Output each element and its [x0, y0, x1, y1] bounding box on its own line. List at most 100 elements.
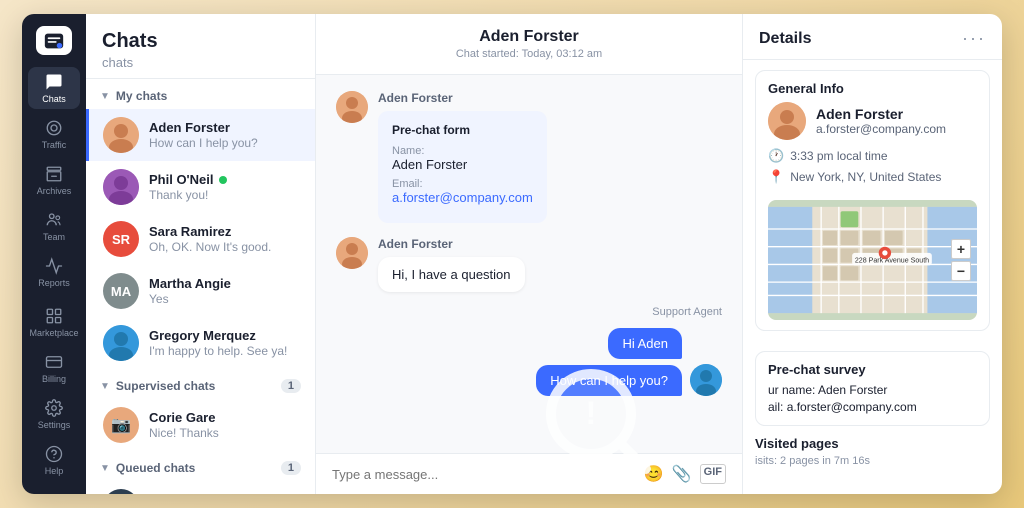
nav-item-billing[interactable]: Billing [28, 348, 80, 390]
nav-item-archives[interactable]: Archives [28, 159, 80, 201]
chat-preview-sara: Oh, OK. Now It's good. [149, 240, 301, 254]
message-row-3: Support Agent Hi Aden How can I help you… [336, 306, 722, 396]
details-title: Details [759, 30, 811, 48]
chat-name-corie: Corie Gare [149, 410, 301, 425]
nav-item-help[interactable]: Help [28, 440, 80, 482]
nav-item-chats[interactable]: Chats [28, 67, 80, 109]
chat-input[interactable] [332, 467, 634, 482]
prechat-survey-card: Pre-chat survey ur name: Aden Forster ai… [755, 351, 990, 426]
chat-preview-gregory: I'm happy to help. See ya! [149, 344, 301, 358]
sidebar-title: Chats [102, 30, 299, 53]
location-text: New York, NY, United States [790, 170, 941, 184]
chat-item-corie[interactable]: 📷 Corie Gare Nice! Thanks [86, 399, 315, 451]
field-value-email: a.forster@company.com [392, 190, 533, 205]
general-info-body: Aden Forster a.forster@company.com 🕐 3:3… [756, 102, 989, 200]
chat-info-sara: Sara Ramirez Oh, OK. Now It's good. [149, 224, 301, 254]
prechat-email-value: a.forster@company.com [787, 400, 917, 414]
avatar: SR [103, 221, 139, 257]
agent-avatar [690, 364, 722, 396]
message-row-1: Aden Forster Pre-chat form Name: Aden Fo… [336, 91, 722, 223]
nav-chats-label: Chats [42, 94, 66, 104]
chat-item-sara[interactable]: SR Sara Ramirez Oh, OK. Now It's good. [86, 213, 315, 265]
nav-item-settings[interactable]: Settings [28, 394, 80, 436]
avatar: BL [103, 489, 139, 494]
agent-bubbles: Hi Aden How can I help you? [536, 328, 682, 396]
agent-bubble-1: Hi Aden [608, 328, 682, 359]
chat-item-gregory[interactable]: Gregory Merquez I'm happy to help. See y… [86, 317, 315, 369]
prechat-row-name: ur name: Aden Forster [768, 383, 977, 397]
location-icon: 📍 [768, 169, 784, 185]
map-zoom-in[interactable]: + [951, 239, 971, 259]
emoji-icon[interactable]: 😊 [644, 464, 664, 484]
avatar [103, 169, 139, 205]
chat-item-aden[interactable]: Aden Forster How can I help you? [86, 109, 315, 161]
message-row-2: Aden Forster Hi, I have a question [336, 237, 722, 292]
supervised-count-badge: 1 [281, 379, 301, 393]
visited-pages-title: Visited pages [755, 436, 990, 451]
section-supervised-header[interactable]: ▼ Supervised chats 1 [86, 369, 315, 399]
chat-messages: Aden Forster Pre-chat form Name: Aden Fo… [316, 75, 742, 453]
chat-preview-martha: Yes [149, 292, 301, 306]
prechat-name-value: Aden Forster [818, 383, 887, 397]
nav-item-traffic[interactable]: Traffic [28, 113, 80, 155]
msg-text-2: Hi, I have a question [378, 257, 525, 292]
nav-item-team[interactable]: Team [28, 205, 80, 247]
general-info-card: General Info Aden Forster a.forster@comp… [755, 70, 990, 331]
chat-info-phil: Phil O'Neil Thank you! [149, 172, 301, 202]
chat-started-text: Chat started: Today, 03:12 am [336, 48, 722, 60]
msg-sender-2: Aden Forster [378, 237, 525, 251]
agent-label: Support Agent [652, 306, 722, 318]
user-row: Aden Forster a.forster@company.com [768, 102, 977, 140]
chat-item-martha[interactable]: MA Martha Angie Yes [86, 265, 315, 317]
prechat-survey-title: Pre-chat survey [756, 352, 989, 383]
nav-archives-label: Archives [37, 186, 72, 196]
form-field-email: Email: a.forster@company.com [392, 178, 533, 205]
gif-icon[interactable]: GIF [700, 464, 726, 484]
nav-settings-label: Settings [38, 420, 71, 430]
chat-item-brian[interactable]: BL Brian Lawson Waiting for 3 min 1 [86, 481, 315, 494]
prechat-row-email: ail: a.forster@company.com [768, 400, 977, 414]
nav-item-marketplace[interactable]: Marketplace [28, 302, 80, 344]
chat-name-brian: Brian Lawson [149, 492, 273, 494]
chat-main: Aden Forster Chat started: Today, 03:12 … [316, 14, 742, 494]
details-menu-button[interactable]: ··· [962, 28, 986, 49]
user-details: Aden Forster a.forster@company.com [816, 106, 946, 136]
attachment-icon[interactable]: 📎 [672, 464, 692, 484]
visited-pages-subtitle: isits: 2 pages in 7m 16s [755, 455, 990, 467]
nav-traffic-label: Traffic [42, 140, 67, 150]
section-queued-header[interactable]: ▼ Queued chats 1 [86, 451, 315, 481]
map-zoom-out[interactable]: − [951, 261, 971, 281]
avatar [103, 117, 139, 153]
nav-marketplace-label: Marketplace [29, 328, 78, 338]
queued-count-badge: 1 [281, 461, 301, 475]
chevron-down-icon: ▼ [100, 463, 110, 474]
details-panel: Details ··· General Info Aden Forster a.… [742, 14, 1002, 494]
input-tools: 😊 📎 GIF [644, 464, 726, 484]
svg-text:228 Park Avenue South: 228 Park Avenue South [855, 257, 929, 265]
section-my-chats-header[interactable]: ▼ My chats [86, 79, 315, 109]
details-avatar [768, 102, 806, 140]
chat-active-name: Aden Forster [336, 28, 722, 46]
message-bubble-2: Aden Forster Hi, I have a question [378, 237, 525, 292]
details-user-name: Aden Forster [816, 106, 946, 122]
local-time-text: 3:33 pm local time [790, 149, 887, 163]
agent-row: Hi Aden How can I help you? [536, 328, 722, 396]
chat-item-phil[interactable]: Phil O'Neil Thank you! [86, 161, 315, 213]
form-title: Pre-chat form [392, 123, 533, 137]
details-header: Details ··· [743, 14, 1002, 60]
avatar [336, 237, 368, 269]
field-label-name: Name: [392, 145, 533, 157]
chat-input-area: 😊 📎 GIF [316, 453, 742, 494]
prechat-section: ur name: Aden Forster ail: a.forster@com… [756, 383, 989, 425]
chat-name-gregory: Gregory Merquez [149, 328, 301, 343]
sidebar-subtitle: chats [102, 55, 299, 70]
nav-item-reports[interactable]: Reports [28, 252, 80, 294]
chat-name-aden: Aden Forster [149, 120, 301, 135]
chevron-down-icon: ▼ [100, 91, 110, 102]
pre-chat-form: Pre-chat form Name: Aden Forster Email: … [378, 111, 547, 223]
field-label-email: Email: [392, 178, 533, 190]
map-container: 228 Park Avenue South + − [768, 200, 977, 320]
chat-info-gregory: Gregory Merquez I'm happy to help. See y… [149, 328, 301, 358]
section-my-chats-label: My chats [116, 89, 167, 103]
chat-name-phil: Phil O'Neil [149, 172, 301, 187]
